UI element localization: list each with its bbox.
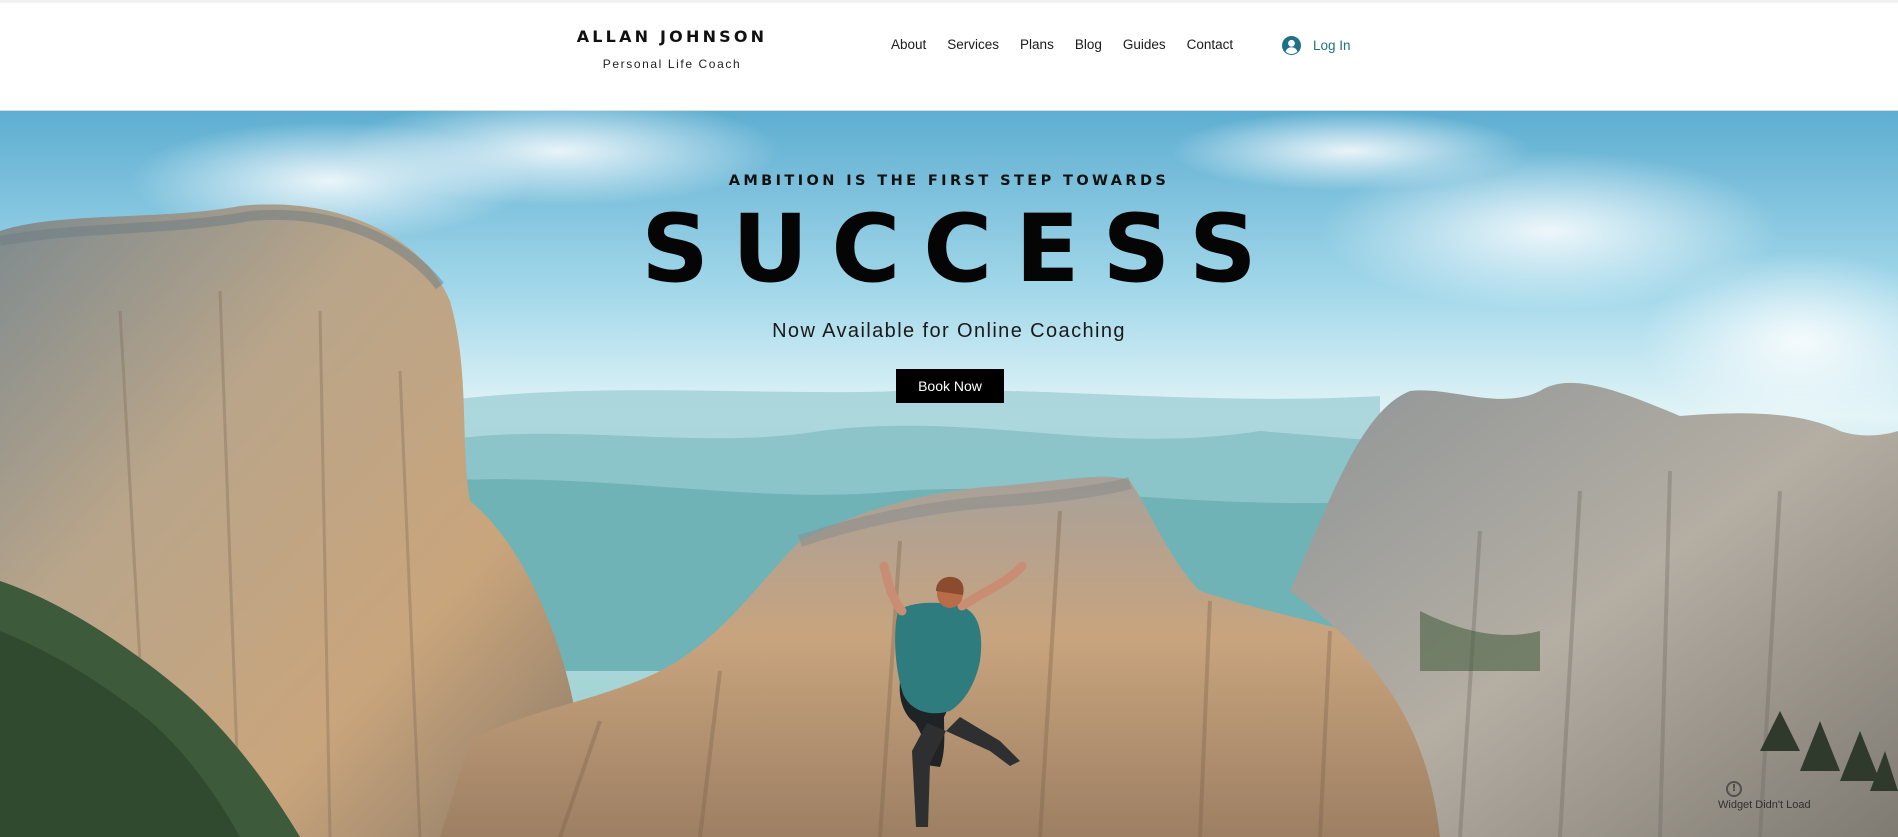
- brand-tagline: Personal Life Coach: [602, 57, 742, 71]
- nav-item-contact[interactable]: Contact: [1187, 37, 1234, 52]
- login-button[interactable]: Log In: [1282, 36, 1351, 55]
- book-now-button[interactable]: Book Now: [896, 369, 1004, 403]
- nav-item-about[interactable]: About: [891, 37, 926, 52]
- alert-icon: !: [1726, 781, 1742, 797]
- user-avatar-icon: [1282, 36, 1301, 55]
- widget-error-text: Widget Didn't Load: [1718, 799, 1811, 811]
- hero-subtitle: Now Available for Online Coaching: [772, 320, 1126, 342]
- nav-item-services[interactable]: Services: [947, 37, 999, 52]
- brand[interactable]: ALLAN JOHNSON Personal Life Coach: [562, 27, 782, 71]
- nav-item-blog[interactable]: Blog: [1075, 37, 1102, 52]
- nav-item-plans[interactable]: Plans: [1020, 37, 1054, 52]
- login-label: Log In: [1313, 38, 1351, 53]
- site-header: ALLAN JOHNSON Personal Life Coach About …: [0, 0, 1898, 111]
- hero-eyebrow: AMBITION IS THE FIRST STEP TOWARDS: [728, 173, 1170, 189]
- brand-name[interactable]: ALLAN JOHNSON: [562, 27, 782, 46]
- main-nav: About Services Plans Blog Guides Contact: [891, 37, 1254, 52]
- hero-section: AMBITION IS THE FIRST STEP TOWARDS SUCCE…: [0, 111, 1898, 837]
- hero-title: SUCCESS: [641, 195, 1280, 304]
- nav-item-guides[interactable]: Guides: [1123, 37, 1166, 52]
- widget-error-notice: ! Widget Didn't Load: [1718, 781, 1828, 821]
